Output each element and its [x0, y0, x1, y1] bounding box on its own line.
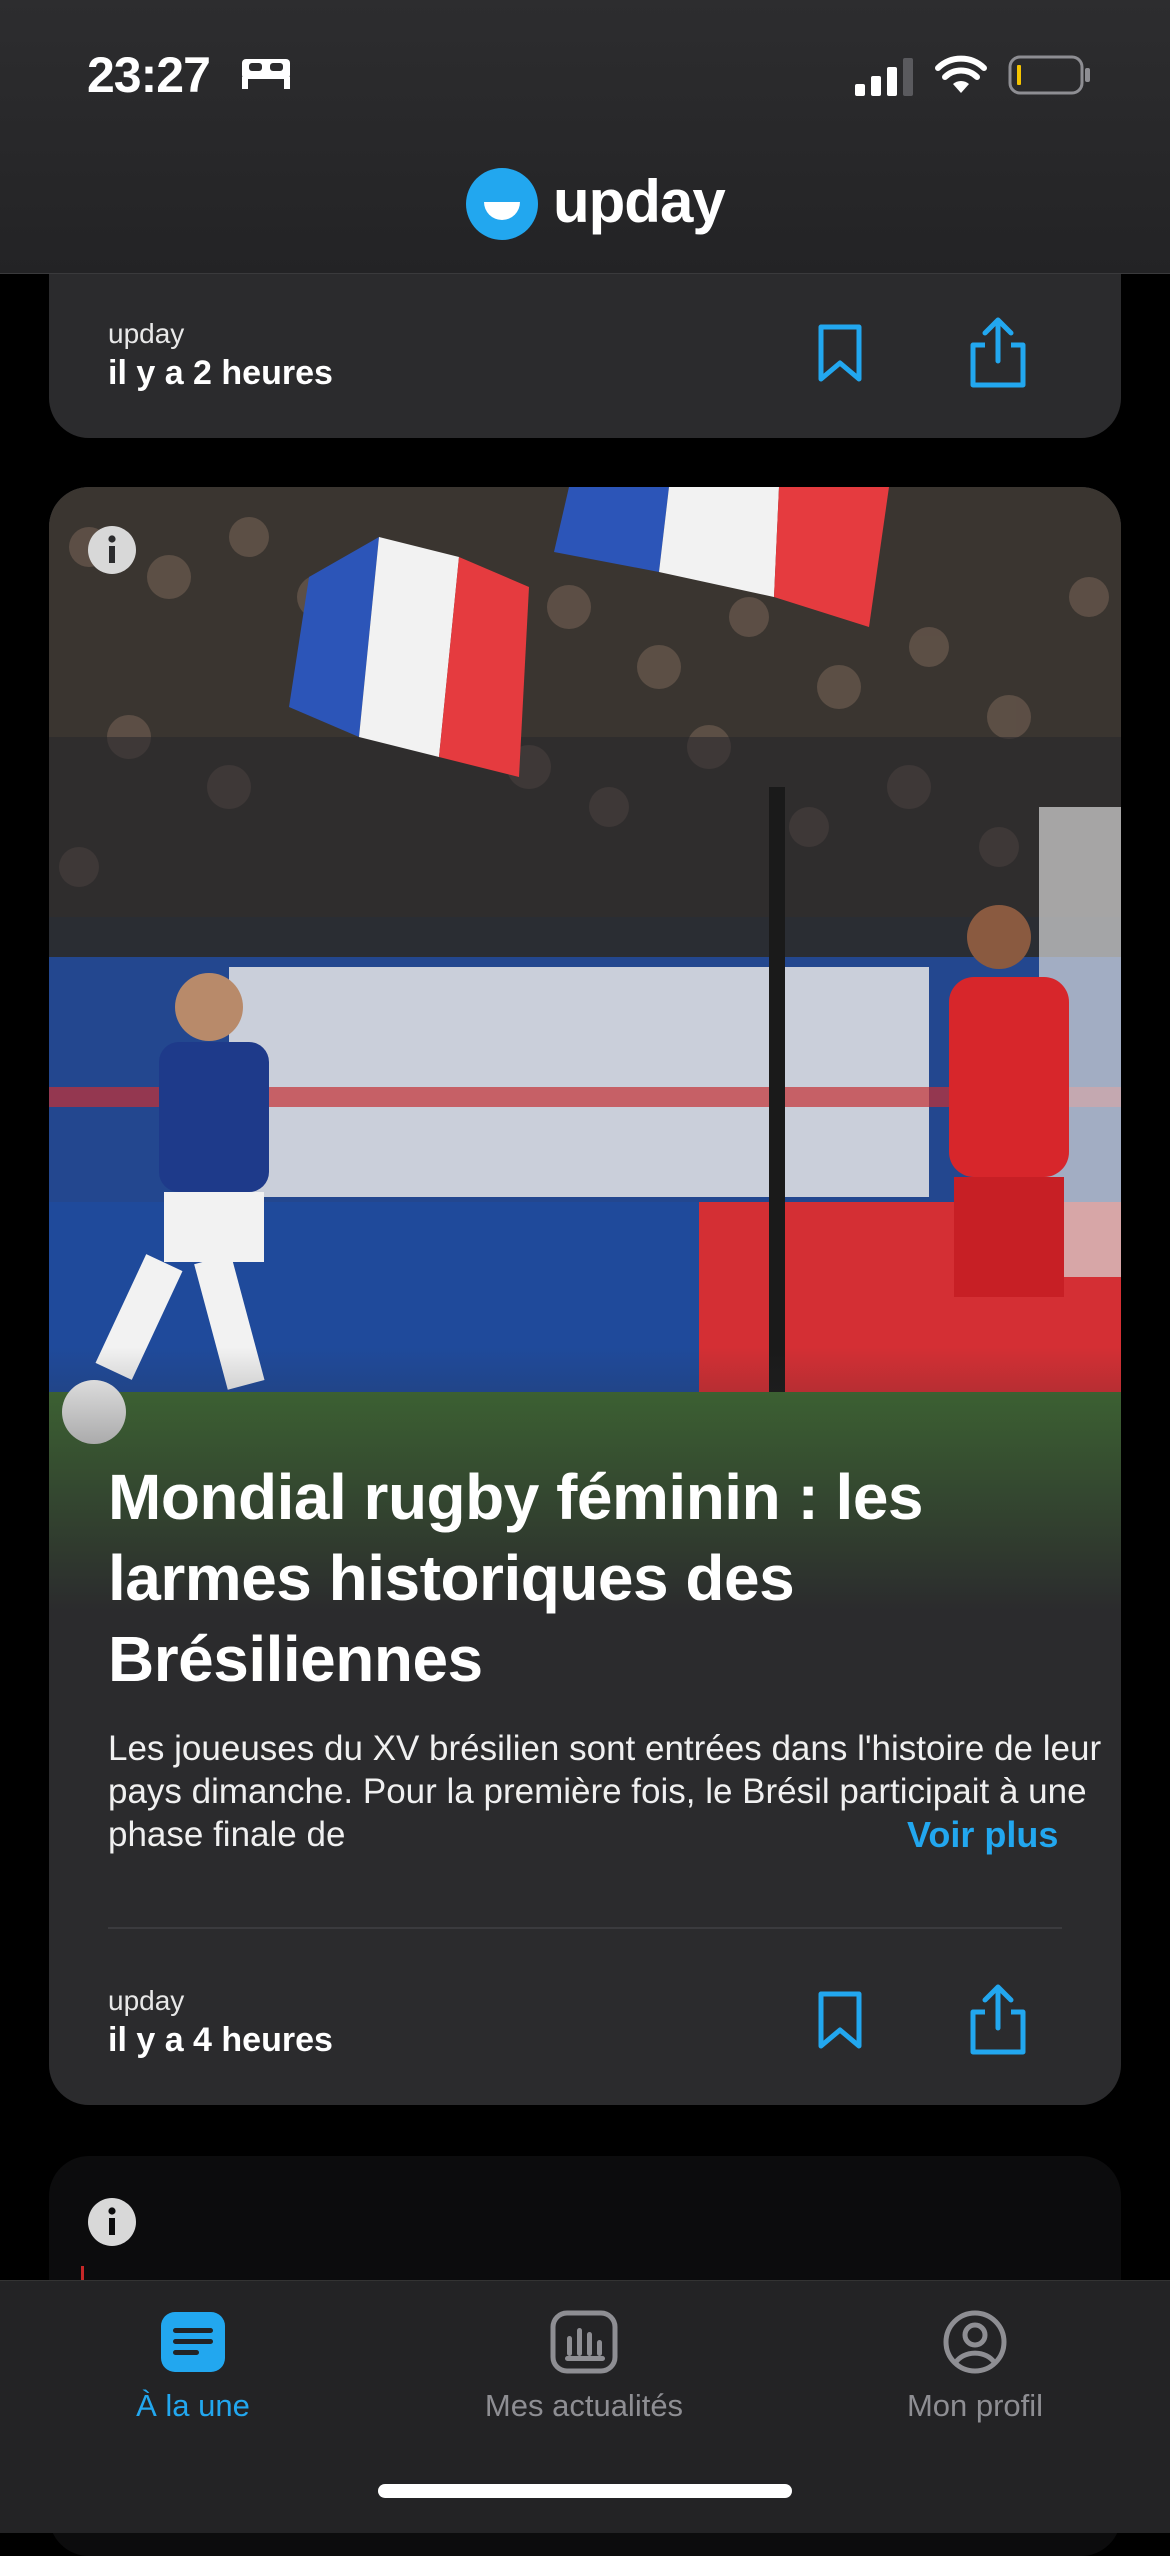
- article-headline[interactable]: Mondial rugby féminin : les larmes histo…: [108, 1457, 1088, 1700]
- chart-icon: [550, 2310, 618, 2374]
- tab-mon-profil[interactable]: Mon profil: [825, 2281, 1125, 2424]
- battery-icon: [1008, 55, 1090, 95]
- article-age: il y a 4 heures: [108, 2021, 333, 2059]
- article-meta: upday il y a 4 heures: [108, 1985, 333, 2060]
- status-time: 23:27: [87, 47, 211, 103]
- wifi-icon: [935, 55, 987, 93]
- upday-logo-icon: [466, 168, 538, 240]
- bookmark-icon[interactable]: [815, 323, 865, 383]
- share-icon[interactable]: [965, 317, 1031, 389]
- app-header: 23:27 upday: [0, 0, 1170, 274]
- article-source: upday: [108, 318, 185, 349]
- divider: [108, 1927, 1062, 1929]
- bed-icon: [242, 59, 290, 89]
- profile-icon: [943, 2310, 1007, 2374]
- info-icon[interactable]: [88, 526, 136, 574]
- article-card[interactable]: Mondial rugby féminin : les larmes histo…: [49, 487, 1121, 2105]
- tab-a-la-une[interactable]: À la une: [43, 2281, 343, 2424]
- tab-label: Mes actualités: [484, 2388, 684, 2423]
- tab-label: À la une: [136, 2388, 250, 2423]
- article-source: upday: [108, 1985, 185, 2016]
- info-icon[interactable]: [88, 2198, 136, 2246]
- news-icon: [161, 2312, 225, 2372]
- article-meta: upday il y a 2 heures: [108, 318, 333, 393]
- bookmark-icon[interactable]: [815, 1990, 865, 2050]
- tab-label: Mon profil: [906, 2388, 1044, 2423]
- article-age: il y a 2 heures: [108, 354, 333, 392]
- read-more-link[interactable]: Voir plus: [907, 1814, 1058, 1856]
- home-indicator[interactable]: [378, 2484, 792, 2498]
- tab-mes-actualites[interactable]: Mes actualités: [434, 2281, 734, 2424]
- brand-wordmark: upday: [553, 168, 726, 235]
- share-icon[interactable]: [965, 1984, 1031, 2056]
- signal-icon: [855, 58, 913, 96]
